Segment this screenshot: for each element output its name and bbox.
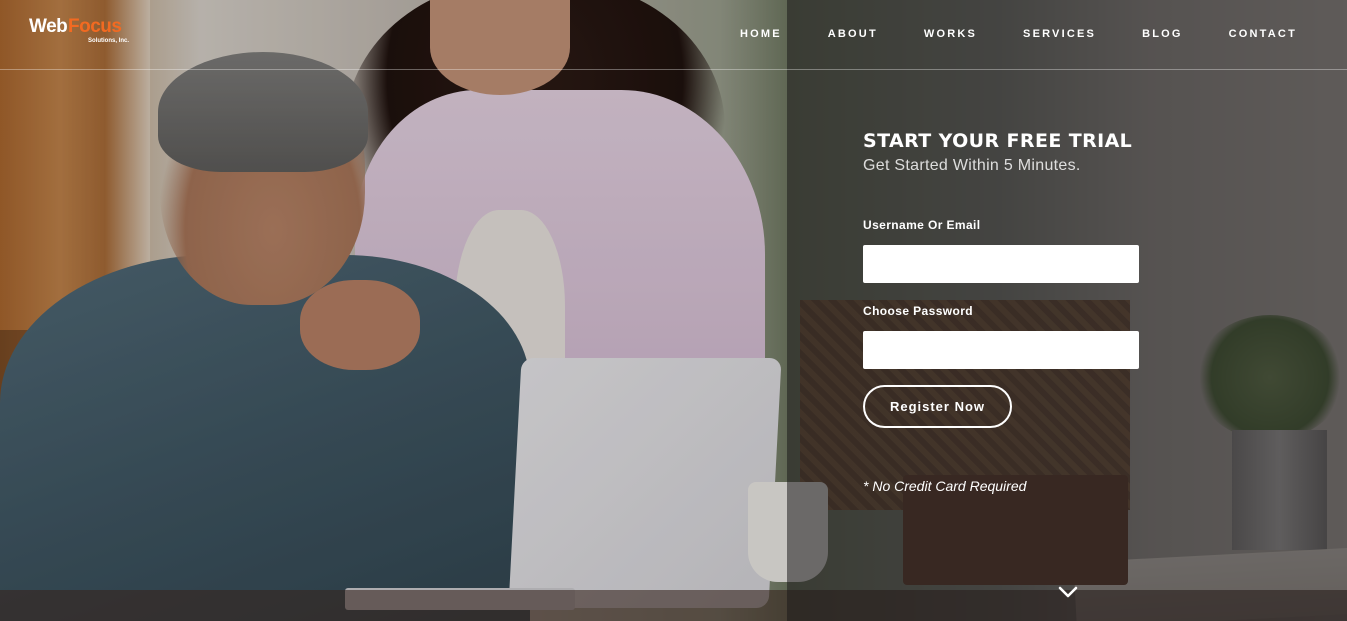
logo-text-web: Web [29,16,68,37]
username-label: Username Or Email [863,218,981,232]
left-overlay [0,0,787,621]
nav-item-works[interactable]: WORKS [901,26,1000,42]
username-input[interactable] [863,245,1139,283]
password-label: Choose Password [863,304,974,318]
brand-logo[interactable]: Web Focus Solutions, Inc. [29,16,129,52]
nav-item-contact[interactable]: CONTACT [1206,26,1297,42]
chevron-down-icon[interactable] [1057,584,1079,600]
no-credit-card-note: * No Credit Card Required [863,478,1027,494]
signup-form: START YOUR FREE TRIAL Get Started Within… [863,128,1163,494]
nav-item-blog[interactable]: BLOG [1119,26,1206,42]
nav-item-services[interactable]: SERVICES [1000,26,1119,42]
password-input[interactable] [863,331,1139,369]
signup-title: START YOUR FREE TRIAL [863,130,1133,152]
nav-item-home[interactable]: HOME [717,26,805,42]
logo-text-focus: Focus [68,16,122,37]
main-nav: HOME ABOUT WORKS SERVICES BLOG CONTACT [717,26,1297,42]
signup-subtitle: Get Started Within 5 Minutes. [863,157,1081,174]
header-divider [0,69,1347,70]
logo-tagline: Solutions, Inc. [88,38,130,44]
nav-item-about[interactable]: ABOUT [805,26,901,42]
register-button[interactable]: Register Now [863,385,1012,428]
hero-section: Web Focus Solutions, Inc. HOME ABOUT WOR… [0,0,1347,621]
